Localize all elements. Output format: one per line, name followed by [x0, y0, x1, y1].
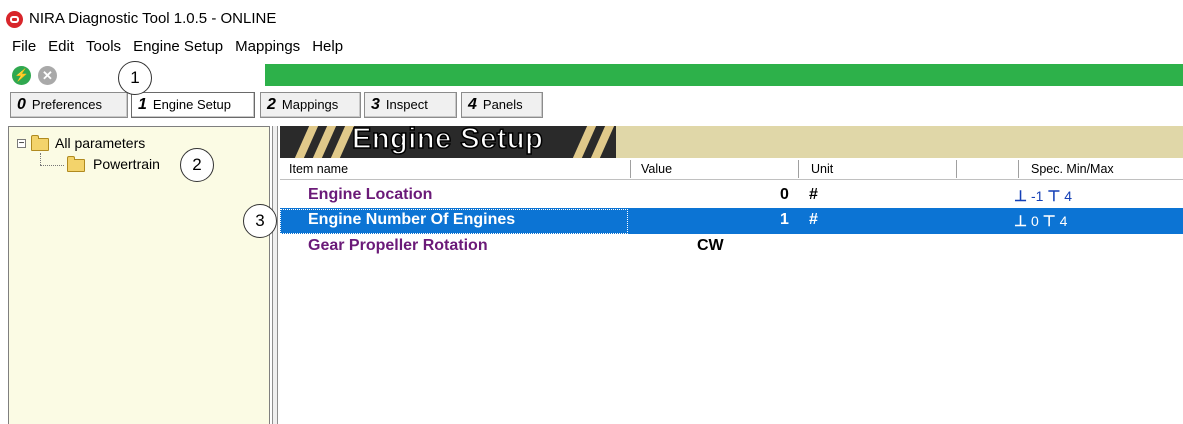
- menu-bar: File Edit Tools Engine Setup Mappings He…: [12, 38, 343, 55]
- spec-min-max: ⊥ 0 ⊤ 4: [1014, 212, 1067, 230]
- menu-edit[interactable]: Edit: [48, 38, 74, 55]
- column-divider[interactable]: [798, 160, 799, 178]
- menu-mappings[interactable]: Mappings: [235, 38, 300, 55]
- spec-min: 0: [1030, 213, 1039, 229]
- focus-rectangle: [280, 209, 628, 234]
- tab-label: Engine Setup: [152, 97, 231, 112]
- item-value[interactable]: 0: [780, 186, 789, 204]
- progress-fill: [265, 64, 1183, 86]
- tab-mappings[interactable]: 2 Mappings: [260, 92, 361, 118]
- tab-number: 1: [138, 96, 147, 113]
- item-value[interactable]: CW: [697, 237, 724, 255]
- column-divider[interactable]: [1018, 160, 1019, 178]
- tree-item-powertrain[interactable]: Powertrain: [93, 156, 160, 172]
- spec-max: 4: [1064, 188, 1073, 204]
- column-divider[interactable]: [630, 160, 631, 178]
- table-row[interactable]: Engine Location 0 # ⊥ -1 ⊤ 4: [280, 183, 1183, 209]
- connect-button[interactable]: ⚡: [12, 66, 31, 85]
- column-header-spec[interactable]: Spec. Min/Max: [1031, 162, 1114, 176]
- callout-marker: 2: [180, 148, 214, 182]
- spec-max: 4: [1059, 213, 1068, 229]
- tab-number: 4: [468, 96, 477, 113]
- column-divider[interactable]: [956, 160, 957, 178]
- column-header-value[interactable]: Value: [641, 162, 672, 176]
- app-logo-icon: [6, 11, 23, 28]
- column-header-unit[interactable]: Unit: [811, 162, 833, 176]
- tab-panels[interactable]: 4 Panels: [461, 92, 543, 118]
- item-name: Gear Propeller Rotation: [308, 237, 488, 254]
- collapse-icon[interactable]: −: [17, 139, 26, 149]
- maximum-icon: ⊤: [1042, 213, 1056, 230]
- disconnect-button[interactable]: ✕: [38, 66, 57, 85]
- item-unit: #: [809, 186, 818, 203]
- connection-progress-bar: [265, 64, 1183, 86]
- maximum-icon: ⊤: [1047, 188, 1061, 205]
- folder-icon: [67, 156, 85, 172]
- column-header-item-name[interactable]: Item name: [289, 162, 348, 176]
- tab-engine-setup[interactable]: 1 Engine Setup: [131, 92, 255, 118]
- spec-min: -1: [1030, 188, 1044, 204]
- tab-inspect[interactable]: 3 Inspect: [364, 92, 457, 118]
- item-value[interactable]: 1: [780, 211, 789, 229]
- callout-marker: 1: [118, 61, 152, 95]
- menu-tools[interactable]: Tools: [86, 38, 121, 55]
- menu-file[interactable]: File: [12, 38, 36, 55]
- minimum-icon: ⊥: [1014, 188, 1028, 205]
- menu-engine-setup[interactable]: Engine Setup: [133, 38, 223, 55]
- window-title: NIRA Diagnostic Tool 1.0.5 - ONLINE: [29, 10, 277, 27]
- tab-label: Mappings: [281, 97, 339, 112]
- tab-number: 3: [371, 96, 380, 113]
- tree-item-all-parameters[interactable]: All parameters: [55, 135, 145, 151]
- tab-label: Inspect: [385, 97, 428, 112]
- table-row[interactable]: Gear Propeller Rotation CW: [280, 234, 1183, 260]
- parameter-tree: − All parameters Powertrain: [8, 126, 270, 424]
- tab-number: 2: [267, 96, 276, 113]
- minimum-icon: ⊥: [1014, 213, 1028, 230]
- menu-help[interactable]: Help: [312, 38, 343, 55]
- spec-min-max: ⊥ -1 ⊤ 4: [1014, 187, 1072, 205]
- tree-connector: [40, 165, 64, 167]
- tab-label: Panels: [482, 97, 523, 112]
- panel-splitter[interactable]: [272, 126, 278, 424]
- tab-label: Preferences: [31, 97, 102, 112]
- lightning-icon: ⚡: [14, 68, 29, 82]
- item-name: Engine Location: [308, 186, 433, 203]
- tree-connector: [40, 153, 42, 165]
- callout-marker: 3: [243, 204, 277, 238]
- close-icon: ✕: [42, 68, 53, 83]
- banner-title: Engine Setup: [351, 122, 544, 156]
- open-folder-icon: [31, 135, 49, 151]
- tab-preferences[interactable]: 0 Preferences: [10, 92, 128, 118]
- tab-number: 0: [17, 96, 26, 113]
- item-unit: #: [809, 211, 818, 228]
